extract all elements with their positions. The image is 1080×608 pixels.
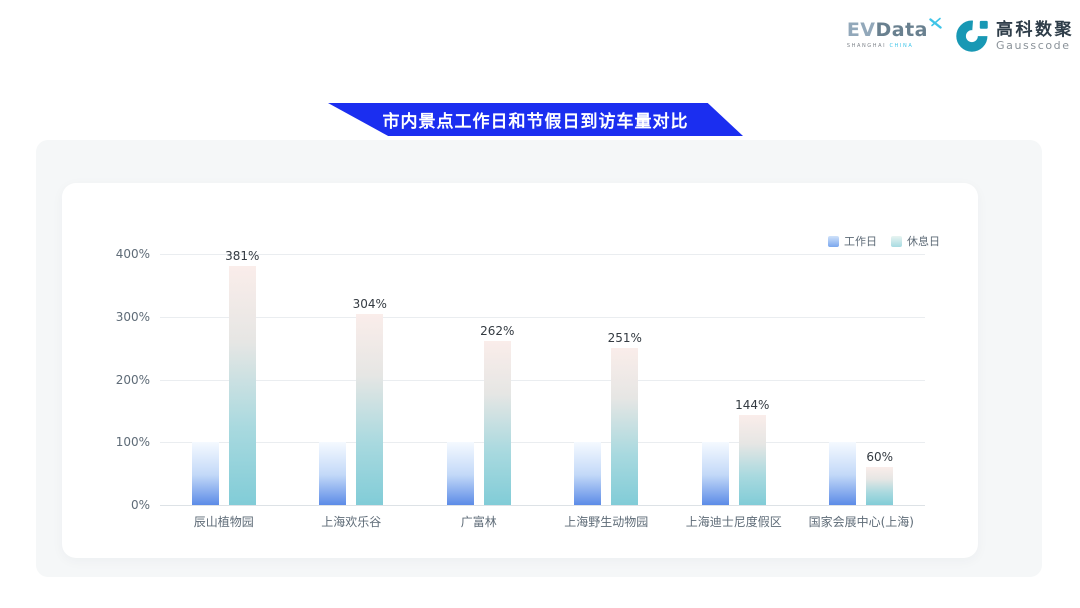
legend-item-workday[interactable]: 工作日 (828, 233, 877, 249)
bar-restday: 304% (356, 314, 383, 505)
bar-workday (319, 442, 346, 505)
bar-restday: 144% (739, 415, 766, 505)
legend-label-restday: 休息日 (907, 233, 940, 249)
bar-restday: 262% (484, 341, 511, 505)
gausscode-name-en: Gausscode (996, 40, 1074, 53)
gridline (160, 505, 925, 506)
evdata-logo-text-data: Data (876, 21, 929, 40)
x-axis-label: 上海欢乐谷 (288, 513, 416, 530)
legend-item-restday[interactable]: 休息日 (891, 233, 940, 249)
bar-value-label: 262% (480, 324, 514, 338)
y-axis-label: 200% (90, 373, 150, 387)
evdata-logo-text-ev: EV (847, 21, 876, 40)
evdata-logo-subtext: SHANGHAI CHINA (847, 43, 942, 49)
x-axis-label: 广富林 (415, 513, 543, 530)
legend-swatch-workday (828, 236, 839, 247)
bar-group: 381%辰山植物园 (160, 254, 288, 505)
bar-group: 144%上海迪士尼度假区 (670, 254, 798, 505)
bar-workday (447, 442, 474, 505)
bar-workday (192, 442, 219, 505)
bar-restday: 381% (229, 266, 256, 505)
x-axis-label: 上海野生动物园 (543, 513, 671, 530)
gausscode-name-cn: 高科数聚 (996, 21, 1074, 41)
header-logos: EVData SHANGHAI CHINA 高科数聚 Gausscode (847, 17, 1074, 57)
gausscode-g-icon (956, 17, 990, 57)
legend-label-workday: 工作日 (844, 233, 877, 249)
chart-plot: 0%100%200%300%400%381%辰山植物园304%上海欢乐谷262%… (160, 254, 925, 505)
x-axis-label: 上海迪士尼度假区 (670, 513, 798, 530)
bar-group: 60%国家会展中心(上海) (798, 254, 926, 505)
bar-restday: 60% (866, 467, 893, 505)
evdata-logo: EVData SHANGHAI CHINA (847, 17, 942, 49)
bar-value-label: 144% (735, 398, 769, 412)
bar-workday (574, 442, 601, 505)
bar-workday (702, 442, 729, 505)
y-axis-label: 300% (90, 310, 150, 324)
bar-group: 251%上海野生动物园 (543, 254, 671, 505)
bar-workday (829, 442, 856, 505)
legend-swatch-restday (891, 236, 902, 247)
x-axis-label: 辰山植物园 (160, 513, 288, 530)
bar-restday: 251% (611, 348, 638, 506)
chart-legend: 工作日 休息日 (828, 233, 940, 249)
y-axis-label: 400% (90, 247, 150, 261)
bar-groups: 381%辰山植物园304%上海欢乐谷262%广富林251%上海野生动物园144%… (160, 254, 925, 505)
y-axis-label: 100% (90, 435, 150, 449)
chart-panel: 工作日 休息日 0%100%200%300%400%381%辰山植物园304%上… (36, 140, 1042, 577)
x-axis-label: 国家会展中心(上海) (798, 513, 926, 530)
page-title: 市内景点工作日和节假日到访车量对比 (383, 107, 689, 132)
y-axis-label: 0% (90, 498, 150, 512)
bar-value-label: 251% (608, 331, 642, 345)
bar-value-label: 304% (353, 297, 387, 311)
page-title-banner: 市内景点工作日和节假日到访车量对比 (328, 103, 743, 136)
gausscode-logo: 高科数聚 Gausscode (956, 17, 1074, 57)
bar-value-label: 60% (866, 450, 893, 464)
bar-group: 304%上海欢乐谷 (288, 254, 416, 505)
bar-group: 262%广富林 (415, 254, 543, 505)
chart-card: 工作日 休息日 0%100%200%300%400%381%辰山植物园304%上… (62, 183, 978, 558)
bar-value-label: 381% (225, 249, 259, 263)
evdata-x-spark-icon (929, 17, 942, 33)
